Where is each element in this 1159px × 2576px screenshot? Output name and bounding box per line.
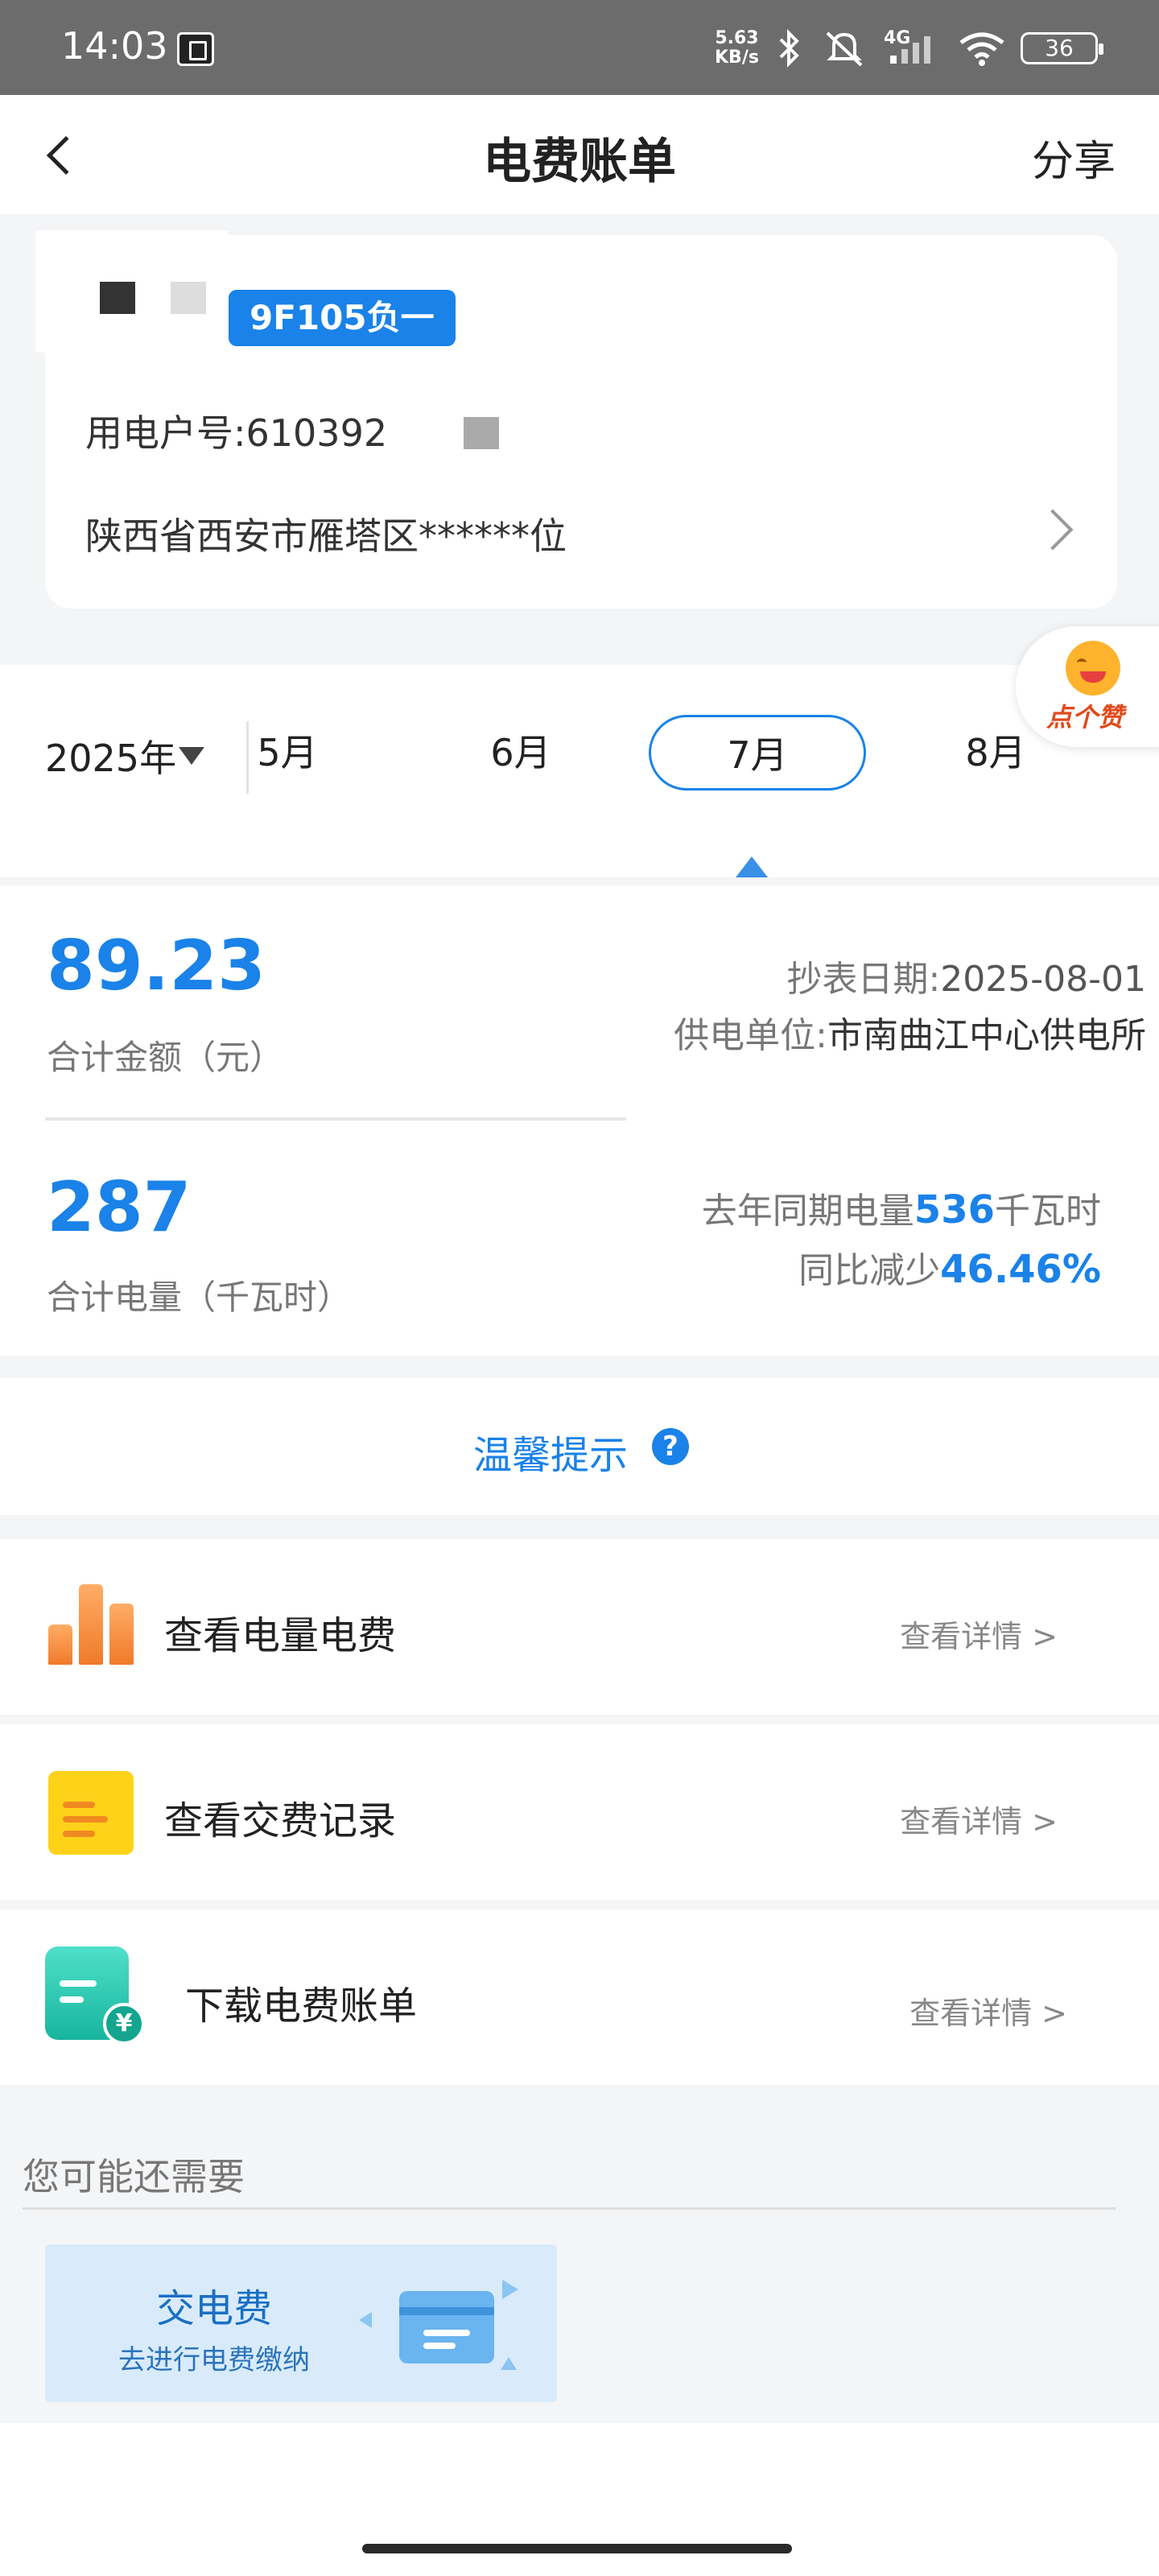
action-label: 查看电量电费 (164, 1613, 397, 1658)
action-row-payment-records[interactable]: 查看交费记录 查看详情 > (0, 1724, 1159, 1900)
app-header: 电费账单 分享 (0, 95, 1159, 214)
action-label: 下载电费账单 (185, 1984, 418, 2029)
yuan-icon: ¥ (103, 2003, 145, 2045)
divider (45, 1117, 626, 1121)
tips-row[interactable]: 温馨提示 ? (0, 1378, 1159, 1515)
last-year-prefix: 去年同期电量 (701, 1191, 914, 1232)
action-row-usage-fees[interactable]: 查看电量电费 查看详情 > (0, 1539, 1159, 1715)
pay-card-subtitle: 去进行电费缴纳 (118, 2344, 310, 2376)
decor-triangle (501, 2357, 517, 2370)
action-label: 查看交费记录 (164, 1798, 397, 1843)
total-usage-label: 合计电量（千瓦时） (47, 1278, 352, 1317)
year-dropdown[interactable]: 2025年 (45, 729, 176, 782)
redacted-block (100, 282, 135, 314)
total-amount-label: 合计金额（元） (47, 1038, 284, 1077)
yoy-value: 46.46% (940, 1247, 1101, 1292)
network-type: 4G (884, 28, 940, 68)
tips-label[interactable]: 温馨提示 (473, 1423, 628, 1480)
view-details-link[interactable]: 查看详情 > (909, 1988, 1067, 2033)
account-address: 陕西省西安市雁塔区******位 (85, 514, 567, 558)
selected-month-pointer (736, 857, 768, 877)
supply-unit-value: 市南曲江中心供电所 (827, 1015, 1146, 1056)
meter-date-label: 抄表日期: (786, 959, 941, 1000)
notification-app-icon (177, 32, 214, 66)
yoy-prefix: 同比减少 (798, 1250, 941, 1291)
battery-icon: 36 (1021, 32, 1103, 64)
recommend-title: 您可能还需要 (23, 2155, 245, 2198)
network-speed-unit: KB/s (715, 47, 759, 68)
download-bill-icon: ¥ (45, 1946, 145, 2045)
chevron-right-icon (1032, 509, 1074, 551)
account-number: 用电户号:610392 (85, 404, 499, 457)
redacted-block (171, 282, 206, 314)
help-icon[interactable]: ? (652, 1428, 689, 1465)
supply-unit: 供电单位:市南曲江中心供电所 (674, 1006, 1146, 1058)
last-year-unit: 千瓦时 (995, 1191, 1101, 1232)
mute-icon (826, 31, 863, 67)
decor-triangle (359, 2312, 372, 2328)
payment-record-icon (48, 1771, 134, 1855)
tab-month-7[interactable]: 7月 (649, 715, 866, 791)
payment-card-icon (399, 2291, 494, 2363)
total-usage: 287 (47, 1167, 192, 1248)
page-title: 电费账单 (483, 134, 676, 190)
bluetooth-icon (779, 29, 799, 68)
signal-icon (890, 36, 930, 64)
account-number-text: 用电户号:610392 (85, 411, 388, 455)
supply-unit-label: 供电单位: (674, 1015, 827, 1056)
status-icons: 4G (773, 24, 1006, 72)
meter-reading-date: 抄表日期:2025-08-01 (786, 950, 1146, 1001)
smiley-icon (1066, 641, 1120, 696)
view-details-link[interactable]: 查看详情 > (900, 1612, 1058, 1656)
pay-card-title: 交电费 (155, 2286, 272, 2331)
bill-summary: 89.23 合计金额（元） 抄表日期:2025-08-01 供电单位:市南曲江中… (0, 886, 1159, 1356)
redacted-name (35, 230, 229, 353)
like-label: 点个赞 (1046, 702, 1124, 733)
status-time: 14:03 (61, 24, 168, 68)
status-bar: 14:03 5.63 KB/s 4G 36 (0, 0, 1159, 95)
last-year-value: 536 (914, 1187, 995, 1232)
year-over-year: 同比减少46.46% (798, 1241, 1101, 1293)
decor-triangle (502, 2280, 518, 2299)
divider (23, 2207, 1116, 2210)
bar-chart-icon (48, 1584, 134, 1665)
last-year-usage: 去年同期电量536千瓦时 (702, 1182, 1101, 1233)
view-details-link[interactable]: 查看详情 > (900, 1797, 1058, 1841)
total-amount: 89.23 (47, 926, 266, 1006)
pay-electricity-card[interactable]: 交电费 去进行电费缴纳 (45, 2244, 557, 2402)
network-speed: 5.63 KB/s (715, 29, 759, 68)
recommend-section: 您可能还需要 交电费 去进行电费缴纳 (0, 2090, 1159, 2423)
account-tag: 9F105负一 (229, 290, 456, 346)
action-row-download-bill[interactable]: ¥ 下载电费账单 查看详情 > (0, 1909, 1159, 2085)
wifi-icon (959, 32, 1004, 66)
redacted-block (464, 417, 499, 449)
share-button[interactable]: 分享 (1032, 127, 1116, 188)
meter-date-value: 2025-08-01 (940, 959, 1146, 1000)
network-speed-value: 5.63 (715, 28, 759, 48)
month-selector: 2025年 5月 6月 7月 8月 (0, 665, 1159, 877)
home-indicator[interactable] (362, 2544, 792, 2553)
account-card[interactable]: 9F105负一 用电户号:610392 陕西省西安市雁塔区******位 (35, 230, 1117, 609)
tab-month-6[interactable]: 6月 (412, 715, 629, 791)
tab-month-5[interactable]: 5月 (179, 715, 396, 791)
like-button[interactable]: 点个赞 (1016, 626, 1159, 747)
